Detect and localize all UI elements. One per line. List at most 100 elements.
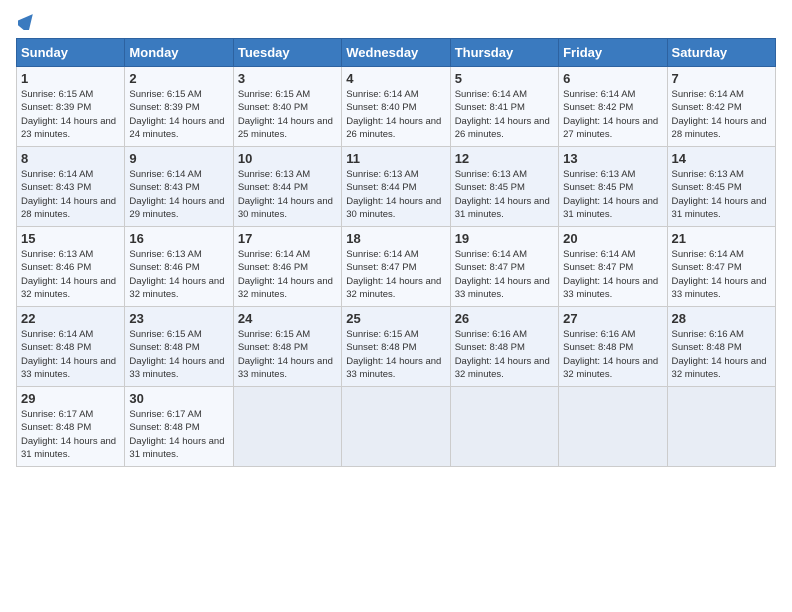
calendar-cell: 25 Sunrise: 6:15 AMSunset: 8:48 PMDayligh… <box>342 307 450 387</box>
header-thursday: Thursday <box>450 39 558 67</box>
day-number: 17 <box>238 231 337 246</box>
calendar-cell: 26 Sunrise: 6:16 AMSunset: 8:48 PMDayligh… <box>450 307 558 387</box>
day-number: 2 <box>129 71 228 86</box>
day-info: Sunrise: 6:14 AMSunset: 8:42 PMDaylight:… <box>563 88 662 141</box>
calendar-cell: 12Sunrise: 6:13 AMSunset: 8:45 PMDayligh… <box>450 147 558 227</box>
day-number: 9 <box>129 151 228 166</box>
day-number: 1 <box>21 71 120 86</box>
calendar-week-row: 29Sunrise: 6:17 AMSunset: 8:48 PMDayligh… <box>17 387 776 467</box>
calendar-cell: 2 Sunrise: 6:15 AMSunset: 8:39 PMDaylight… <box>125 67 233 147</box>
day-info: Sunrise: 6:15 AMSunset: 8:40 PMDaylight:… <box>238 88 337 141</box>
day-info: Sunrise: 6:16 AMSunset: 8:48 PMDaylight:… <box>455 328 554 381</box>
day-info: Sunrise: 6:13 AMSunset: 8:44 PMDaylight:… <box>346 168 445 221</box>
calendar-cell: 21 Sunrise: 6:14 AMSunset: 8:47 PMDayligh… <box>667 227 775 307</box>
day-number: 19 <box>455 231 554 246</box>
day-number: 27 <box>563 311 662 326</box>
calendar-cell: 1 Sunrise: 6:15 AMSunset: 8:39 PMDaylight… <box>17 67 125 147</box>
day-number: 23 <box>129 311 228 326</box>
calendar-week-row: 8 Sunrise: 6:14 AMSunset: 8:43 PMDaylight… <box>17 147 776 227</box>
calendar-cell: 3 Sunrise: 6:15 AMSunset: 8:40 PMDaylight… <box>233 67 341 147</box>
day-info: Sunrise: 6:16 AMSunset: 8:48 PMDaylight:… <box>563 328 662 381</box>
calendar-cell: 9 Sunrise: 6:14 AMSunset: 8:43 PMDaylight… <box>125 147 233 227</box>
day-info: Sunrise: 6:15 AMSunset: 8:39 PMDaylight:… <box>21 88 120 141</box>
day-number: 25 <box>346 311 445 326</box>
calendar-cell: 24 Sunrise: 6:15 AMSunset: 8:48 PMDayligh… <box>233 307 341 387</box>
calendar-cell: 27 Sunrise: 6:16 AMSunset: 8:48 PMDayligh… <box>559 307 667 387</box>
day-number: 15 <box>21 231 120 246</box>
day-number: 14 <box>672 151 771 166</box>
calendar-cell <box>233 387 341 467</box>
day-info: Sunrise: 6:14 AMSunset: 8:46 PMDaylight:… <box>238 248 337 301</box>
day-number: 30 <box>129 391 228 406</box>
day-info: Sunrise: 6:17 AMSunset: 8:48 PMDaylight:… <box>129 408 228 461</box>
day-number: 11 <box>346 151 445 166</box>
header-friday: Friday <box>559 39 667 67</box>
day-info: Sunrise: 6:14 AMSunset: 8:47 PMDaylight:… <box>346 248 445 301</box>
calendar-cell: 17 Sunrise: 6:14 AMSunset: 8:46 PMDayligh… <box>233 227 341 307</box>
logo <box>16 16 36 30</box>
calendar-cell: 19 Sunrise: 6:14 AMSunset: 8:47 PMDayligh… <box>450 227 558 307</box>
calendar-cell: 18Sunrise: 6:14 AMSunset: 8:47 PMDayligh… <box>342 227 450 307</box>
day-number: 5 <box>455 71 554 86</box>
day-info: Sunrise: 6:13 AMSunset: 8:45 PMDaylight:… <box>455 168 554 221</box>
calendar-cell: 6 Sunrise: 6:14 AMSunset: 8:42 PMDaylight… <box>559 67 667 147</box>
header-sunday: Sunday <box>17 39 125 67</box>
day-number: 22 <box>21 311 120 326</box>
day-number: 21 <box>672 231 771 246</box>
header-monday: Monday <box>125 39 233 67</box>
day-info: Sunrise: 6:13 AMSunset: 8:44 PMDaylight:… <box>238 168 337 221</box>
day-info: Sunrise: 6:14 AMSunset: 8:42 PMDaylight:… <box>672 88 771 141</box>
calendar-cell: 30 Sunrise: 6:17 AMSunset: 8:48 PMDayligh… <box>125 387 233 467</box>
day-info: Sunrise: 6:14 AMSunset: 8:43 PMDaylight:… <box>21 168 120 221</box>
day-number: 6 <box>563 71 662 86</box>
calendar-cell <box>342 387 450 467</box>
day-number: 20 <box>563 231 662 246</box>
logo-icon <box>18 12 36 30</box>
calendar-cell: 13Sunrise: 6:13 AMSunset: 8:45 PMDayligh… <box>559 147 667 227</box>
day-info: Sunrise: 6:13 AMSunset: 8:46 PMDaylight:… <box>21 248 120 301</box>
day-info: Sunrise: 6:13 AMSunset: 8:46 PMDaylight:… <box>129 248 228 301</box>
header-wednesday: Wednesday <box>342 39 450 67</box>
day-info: Sunrise: 6:15 AMSunset: 8:48 PMDaylight:… <box>238 328 337 381</box>
calendar-cell: 4 Sunrise: 6:14 AMSunset: 8:40 PMDaylight… <box>342 67 450 147</box>
calendar-cell: 10 Sunrise: 6:13 AMSunset: 8:44 PMDayligh… <box>233 147 341 227</box>
day-info: Sunrise: 6:13 AMSunset: 8:45 PMDaylight:… <box>672 168 771 221</box>
calendar-cell <box>559 387 667 467</box>
calendar-cell: 29Sunrise: 6:17 AMSunset: 8:48 PMDayligh… <box>17 387 125 467</box>
day-number: 13 <box>563 151 662 166</box>
day-info: Sunrise: 6:14 AMSunset: 8:48 PMDaylight:… <box>21 328 120 381</box>
day-info: Sunrise: 6:14 AMSunset: 8:41 PMDaylight:… <box>455 88 554 141</box>
calendar-cell: 14 Sunrise: 6:13 AMSunset: 8:45 PMDayligh… <box>667 147 775 227</box>
day-number: 4 <box>346 71 445 86</box>
day-number: 24 <box>238 311 337 326</box>
day-number: 8 <box>21 151 120 166</box>
day-number: 3 <box>238 71 337 86</box>
calendar-cell: 22 Sunrise: 6:14 AMSunset: 8:48 PMDayligh… <box>17 307 125 387</box>
calendar-cell: 15 Sunrise: 6:13 AMSunset: 8:46 PMDayligh… <box>17 227 125 307</box>
day-info: Sunrise: 6:14 AMSunset: 8:47 PMDaylight:… <box>455 248 554 301</box>
day-info: Sunrise: 6:16 AMSunset: 8:48 PMDaylight:… <box>672 328 771 381</box>
calendar-cell: 11 Sunrise: 6:13 AMSunset: 8:44 PMDayligh… <box>342 147 450 227</box>
calendar-cell: 20Sunrise: 6:14 AMSunset: 8:47 PMDayligh… <box>559 227 667 307</box>
day-number: 7 <box>672 71 771 86</box>
calendar-cell <box>450 387 558 467</box>
day-number: 10 <box>238 151 337 166</box>
calendar-cell: 5 Sunrise: 6:14 AMSunset: 8:41 PMDaylight… <box>450 67 558 147</box>
day-info: Sunrise: 6:17 AMSunset: 8:48 PMDaylight:… <box>21 408 120 461</box>
day-info: Sunrise: 6:14 AMSunset: 8:40 PMDaylight:… <box>346 88 445 141</box>
day-info: Sunrise: 6:15 AMSunset: 8:48 PMDaylight:… <box>346 328 445 381</box>
day-info: Sunrise: 6:14 AMSunset: 8:43 PMDaylight:… <box>129 168 228 221</box>
day-number: 16 <box>129 231 228 246</box>
page-header <box>16 16 776 30</box>
calendar-cell: 7 Sunrise: 6:14 AMSunset: 8:42 PMDaylight… <box>667 67 775 147</box>
day-info: Sunrise: 6:14 AMSunset: 8:47 PMDaylight:… <box>672 248 771 301</box>
calendar-header-row: SundayMondayTuesdayWednesdayThursdayFrid… <box>17 39 776 67</box>
day-number: 26 <box>455 311 554 326</box>
day-info: Sunrise: 6:15 AMSunset: 8:48 PMDaylight:… <box>129 328 228 381</box>
calendar-cell: 16 Sunrise: 6:13 AMSunset: 8:46 PMDayligh… <box>125 227 233 307</box>
calendar-week-row: 22 Sunrise: 6:14 AMSunset: 8:48 PMDayligh… <box>17 307 776 387</box>
calendar-week-row: 1 Sunrise: 6:15 AMSunset: 8:39 PMDaylight… <box>17 67 776 147</box>
calendar-cell: 28Sunrise: 6:16 AMSunset: 8:48 PMDayligh… <box>667 307 775 387</box>
calendar-cell: 23 Sunrise: 6:15 AMSunset: 8:48 PMDayligh… <box>125 307 233 387</box>
day-info: Sunrise: 6:15 AMSunset: 8:39 PMDaylight:… <box>129 88 228 141</box>
